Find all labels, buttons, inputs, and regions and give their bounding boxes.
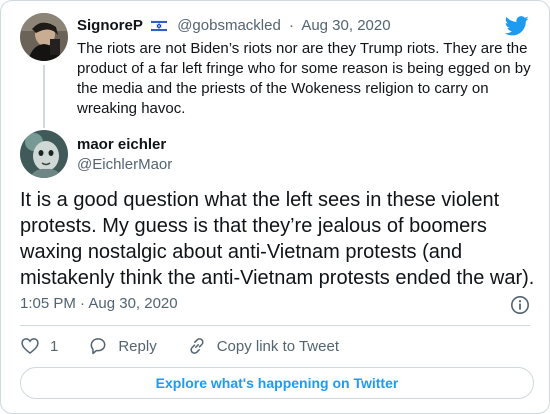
israel-flag-icon xyxy=(150,18,168,38)
parent-date[interactable]: Aug 30, 2020 xyxy=(301,17,390,34)
actions-divider xyxy=(20,325,530,326)
like-action[interactable]: 1 xyxy=(20,336,58,356)
heart-icon xyxy=(21,338,39,355)
parent-avatar-image xyxy=(20,13,68,61)
main-avatar[interactable] xyxy=(20,130,68,178)
reply-label: Reply xyxy=(118,337,157,355)
explore-twitter-button[interactable]: Explore what's happening on Twitter xyxy=(20,367,534,399)
parent-avatar[interactable] xyxy=(20,13,68,61)
twitter-bird-icon[interactable] xyxy=(504,15,529,37)
main-handle[interactable]: @EichlerMaor xyxy=(77,155,172,175)
parent-tweet-text: The riots are not Biden’s riots nor are … xyxy=(77,40,531,117)
like-count: 1 xyxy=(50,337,59,355)
embedded-tweet-card: SignoreP @gobsmackled · Aug 30, 2020 The… xyxy=(0,0,550,414)
main-display-name[interactable]: maor eichler xyxy=(77,135,166,155)
reply-bubble-icon xyxy=(90,338,106,355)
copy-link-action[interactable]: Copy link to Tweet xyxy=(187,336,339,356)
tweet-timestamp[interactable]: 1:05 PM · Aug 30, 2020 xyxy=(20,294,178,314)
parent-tweet-header: SignoreP @gobsmackled · Aug 30, 2020 xyxy=(77,16,529,38)
parent-display-name[interactable]: SignoreP xyxy=(77,17,143,34)
parent-handle[interactable]: @gobsmackled xyxy=(177,17,281,34)
header-separator: · xyxy=(288,17,294,34)
reply-action[interactable]: Reply xyxy=(88,336,157,356)
thread-connector-line xyxy=(43,65,45,128)
tweet-actions-bar: 1 Reply Copy link to Tweet xyxy=(20,334,369,358)
copy-link-label: Copy link to Tweet xyxy=(216,337,339,355)
link-icon xyxy=(190,338,204,354)
main-tweet-text: It is a good question what the left sees… xyxy=(20,189,535,289)
info-icon[interactable] xyxy=(510,295,530,315)
main-avatar-image xyxy=(20,130,68,178)
